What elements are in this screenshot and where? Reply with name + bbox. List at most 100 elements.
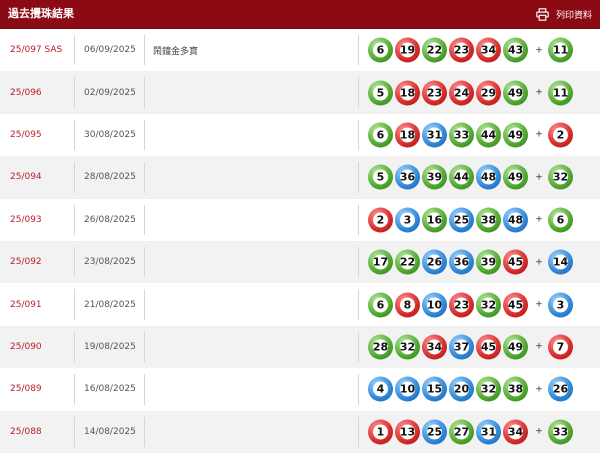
extra-ball-number: 32 [552,170,569,184]
ball-number: 24 [453,86,470,100]
draw-date: 28/08/2025 [74,162,144,193]
ball-number: 18 [399,86,416,100]
extra-number-ball: 32 [548,164,573,190]
result-row: 25/094 28/08/2025 5 36 39 44 48 49 +32 [0,156,600,199]
plus-sign: + [535,214,543,225]
draw-note: 鬧鐘金多寶 [144,35,358,66]
drawn-numbers-cell: 6 18 31 33 44 49 +2 [358,119,600,151]
number-ball: 18 [395,122,420,148]
draw-number[interactable]: 25/089 [0,374,74,404]
extra-ball-number: 2 [556,128,565,142]
extra-number-ball: 33 [548,419,573,445]
result-row: 25/091 21/08/2025 6 8 10 23 32 45 +3 [0,283,600,325]
ball-number: 45 [480,340,497,354]
number-ball: 20 [449,376,474,402]
number-ball: 45 [503,292,528,318]
number-ball: 22 [422,37,447,63]
ball-number: 17 [372,255,389,269]
ball-number: 32 [480,298,497,312]
number-ball: 31 [422,122,447,148]
ball-number: 45 [507,255,524,269]
extra-number-ball: 11 [548,80,573,106]
number-ball: 34 [422,334,447,360]
ball-number: 18 [399,128,416,142]
ball-number: 6 [376,43,385,57]
ball-number: 38 [507,382,524,396]
result-row: 25/097 SAS 06/09/2025 鬧鐘金多寶 6 19 22 23 34 43 +11 [0,29,600,71]
ball-number: 22 [426,43,443,57]
draw-number[interactable]: 25/096 [0,77,74,107]
number-ball: 38 [503,376,528,402]
ball-number: 49 [507,340,524,354]
number-ball: 48 [476,164,501,190]
drawn-numbers-cell: 4 10 15 20 32 38 +26 [358,374,600,405]
number-ball: 33 [449,122,474,148]
extra-ball-number: 14 [552,255,569,269]
number-ball: 25 [449,207,474,233]
extra-ball-number: 11 [552,43,569,57]
number-ball: 36 [395,164,420,190]
draw-date: 30/08/2025 [74,119,144,151]
number-ball: 29 [476,80,501,106]
draw-date: 23/08/2025 [74,246,144,278]
drawn-numbers-cell: 17 22 26 36 39 45 +14 [358,246,600,278]
draw-number[interactable]: 25/088 [0,417,74,447]
drawn-numbers-cell: 6 8 10 23 32 45 +3 [358,289,600,320]
result-row: 25/093 26/08/2025 2 3 16 25 38 48 +6 [0,199,600,241]
draw-number[interactable]: 25/090 [0,332,74,362]
draw-note [144,374,358,405]
draw-date: 19/08/2025 [74,331,144,363]
ball-number: 33 [453,128,470,142]
print-button[interactable]: 列印資料 [536,0,592,28]
draw-number[interactable]: 25/097 SAS [0,35,74,65]
ball-number: 44 [480,128,497,142]
number-ball: 23 [422,80,447,106]
number-ball: 24 [449,80,474,106]
draw-number[interactable]: 25/094 [0,162,74,192]
extra-ball-number: 7 [556,340,565,354]
drawn-numbers: 5 18 23 24 29 49 +11 [368,80,575,106]
number-ball: 25 [422,419,447,445]
ball-number: 6 [376,128,385,142]
number-ball: 18 [395,80,420,106]
number-ball: 38 [476,207,501,233]
number-ball: 28 [368,334,393,360]
ball-number: 32 [399,340,416,354]
number-ball: 34 [503,419,528,445]
extra-number-ball: 14 [548,249,573,275]
ball-number: 26 [426,255,443,269]
number-ball: 27 [449,419,474,445]
ball-number: 38 [480,213,497,227]
number-ball: 48 [503,207,528,233]
ball-number: 34 [480,43,497,57]
number-ball: 32 [476,376,501,402]
ball-number: 13 [399,425,416,439]
ball-number: 25 [453,213,470,227]
ball-number: 49 [507,128,524,142]
result-row: 25/090 19/08/2025 28 32 34 37 45 49 +7 [0,325,600,369]
number-ball: 45 [476,334,501,360]
plus-sign: + [535,341,543,352]
number-ball: 37 [449,334,474,360]
drawn-numbers-cell: 5 18 23 24 29 49 +11 [358,77,600,108]
draw-note [144,77,358,108]
draw-number[interactable]: 25/092 [0,247,74,277]
draw-note [144,289,358,320]
number-ball: 13 [395,419,420,445]
ball-number: 49 [507,170,524,184]
number-ball: 5 [368,80,393,106]
number-ball: 2 [368,207,393,233]
number-ball: 15 [422,376,447,402]
number-ball: 49 [503,80,528,106]
ball-number: 43 [507,43,524,57]
extra-ball-number: 11 [552,86,569,100]
number-ball: 6 [368,37,393,63]
number-ball: 26 [422,249,447,275]
extra-ball-number: 6 [556,213,565,227]
draw-number[interactable]: 25/095 [0,120,74,150]
draw-number[interactable]: 25/093 [0,205,74,235]
ball-number: 25 [426,425,443,439]
draw-date: 06/09/2025 [74,35,144,66]
drawn-numbers-cell: 5 36 39 44 48 49 +32 [358,162,600,193]
draw-number[interactable]: 25/091 [0,289,74,319]
